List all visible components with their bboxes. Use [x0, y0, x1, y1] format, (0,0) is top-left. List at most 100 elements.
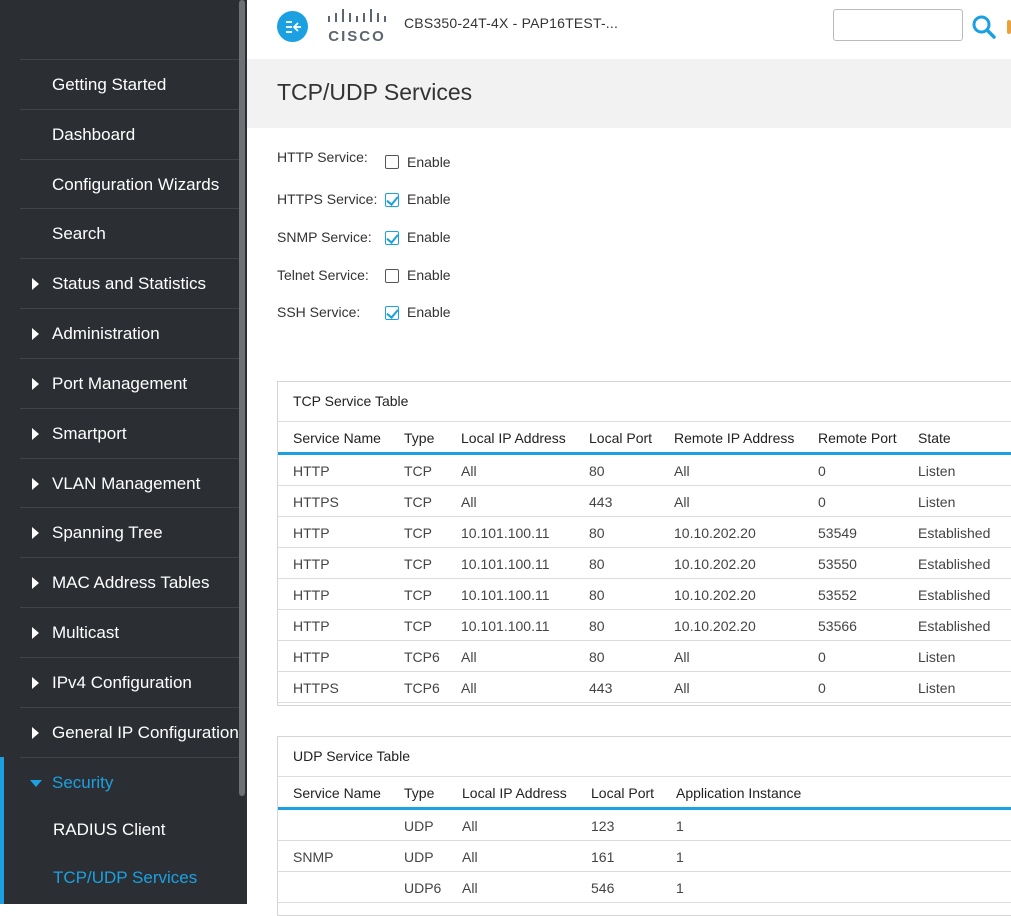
table-cell-remote-ip-address: All — [674, 649, 690, 665]
table-row[interactable]: HTTP TCP 10.101.100.11 80 10.10.202.20 53550 E… — [278, 548, 1011, 579]
sidebar-item-smartport[interactable]: Smartport — [20, 408, 239, 458]
table-row[interactable]: UDP6 All 546 1 — [278, 872, 1011, 903]
sidebar-item-label: VLAN Management — [52, 473, 201, 493]
sidebar-item-label: Dashboard — [52, 124, 136, 144]
collapse-menu-button[interactable] — [277, 11, 308, 42]
sidebar-item-administration[interactable]: Administration — [20, 308, 239, 358]
table-cell-type: TCP6 — [404, 649, 440, 665]
table-cell-remote-ip-address: 10.10.202.20 — [674, 525, 756, 541]
table-row[interactable]: SNMP UDP All 161 1 — [278, 841, 1011, 872]
service-label: HTTPS Service: — [277, 191, 378, 207]
sidebar-item-status-and-statistics[interactable]: Status and Statistics — [20, 258, 239, 308]
table-row[interactable]: UDP All 123 1 — [278, 810, 1011, 841]
sidebar-item-general-ip-configuration[interactable]: General IP Configuration — [20, 707, 239, 757]
table-cell-state: Established — [918, 525, 991, 541]
table-cell-remote-ip-address: All — [674, 680, 690, 696]
table-cell-remote-port: 53552 — [818, 587, 857, 603]
table-cell-remote-port: 53566 — [818, 618, 857, 634]
table-cell-service-name: HTTP — [293, 618, 330, 634]
enable-label[interactable]: Enable — [407, 154, 451, 170]
column-header-service-name[interactable]: Service Name — [293, 430, 381, 446]
caret-right-icon — [32, 377, 39, 390]
table-cell-type: UDP6 — [404, 880, 442, 896]
sidebar-item-configuration-wizards[interactable]: Configuration Wizards — [20, 159, 239, 209]
column-header-local-ip-address[interactable]: Local IP Address — [462, 785, 567, 801]
udp-table-header: Service Name Type Local IP Address Local Po… — [278, 777, 1011, 810]
tcp-table-caption: TCP Service Table — [278, 382, 1011, 422]
caret-right-icon — [32, 477, 39, 490]
column-header-local-port[interactable]: Local Port — [589, 430, 652, 446]
service-label: SNMP Service: — [277, 229, 372, 245]
table-cell-type: UDP — [404, 818, 434, 834]
table-row[interactable]: HTTPS TCP6 All 443 All 0 Listen — [278, 672, 1011, 703]
table-row[interactable]: HTTPS TCP All 443 All 0 Listen — [278, 486, 1011, 517]
caret-down-icon — [30, 779, 42, 787]
device-name: CBS350-24T-4X - PAP16TEST-... — [404, 15, 619, 31]
table-cell-state: Listen — [918, 463, 956, 479]
table-row[interactable]: HTTP TCP 10.101.100.11 80 10.10.202.20 53552 E… — [278, 579, 1011, 610]
table-row[interactable]: HTTP TCP All 80 All 0 Listen — [278, 455, 1011, 486]
column-header-state[interactable]: State — [918, 430, 951, 446]
caret-right-icon — [32, 427, 39, 440]
sidebar-item-vlan-management[interactable]: VLAN Management — [20, 458, 239, 508]
column-header-remote-port[interactable]: Remote Port — [818, 430, 897, 446]
enable-label[interactable]: Enable — [407, 304, 451, 320]
table-cell-remote-port: 53549 — [818, 525, 857, 541]
table-cell-local-port: 123 — [591, 818, 615, 834]
sidebar-item-dashboard[interactable]: Dashboard — [20, 109, 239, 159]
table-cell-state: Listen — [918, 680, 956, 696]
table-cell-local-ip-address: All — [461, 494, 477, 510]
table-cell-type: TCP — [404, 587, 432, 603]
enable-label[interactable]: Enable — [407, 229, 451, 245]
column-header-type[interactable]: Type — [404, 785, 434, 801]
sidebar-subitem-tcp-udp-services[interactable]: TCP/UDP Services — [20, 855, 239, 901]
sidebar-subitem-radius-client[interactable]: RADIUS Client — [20, 807, 239, 853]
table-cell-remote-port: 0 — [818, 463, 826, 479]
table-cell-type: TCP — [404, 556, 432, 572]
table-row[interactable]: HTTP TCP6 All 80 All 0 Listen — [278, 641, 1011, 672]
column-header-service-name[interactable]: Service Name — [293, 785, 381, 801]
sidebar-item-ipv4-configuration[interactable]: IPv4 Configuration — [20, 657, 239, 707]
search-icon[interactable] — [971, 14, 997, 40]
enable-checkbox[interactable] — [385, 193, 399, 207]
sidebar-item-label: Multicast — [52, 622, 120, 642]
table-cell-local-ip-address: All — [462, 818, 478, 834]
column-header-remote-ip-address[interactable]: Remote IP Address — [674, 430, 794, 446]
title-bar: TCP/UDP Services — [247, 59, 1011, 128]
sidebar-item-security[interactable]: Security — [20, 757, 239, 807]
table-cell-remote-port: 0 — [818, 680, 826, 696]
sidebar-item-multicast[interactable]: Multicast — [20, 607, 239, 657]
table-cell-application-instance: 1 — [676, 849, 684, 865]
column-header-local-ip-address[interactable]: Local IP Address — [461, 430, 566, 446]
search-input[interactable] — [833, 9, 963, 41]
table-cell-service-name: HTTP — [293, 525, 330, 541]
sidebar-item-label: Smartport — [52, 423, 127, 443]
sidebar-item-label: Spanning Tree — [52, 522, 163, 542]
sidebar-item-getting-started[interactable]: Getting Started — [20, 59, 239, 109]
udp-table-caption: UDP Service Table — [278, 737, 1011, 777]
enable-checkbox[interactable] — [385, 155, 399, 169]
column-header-type[interactable]: Type — [404, 430, 434, 446]
enable-label[interactable]: Enable — [407, 267, 451, 283]
column-header-application-instance[interactable]: Application Instance — [676, 785, 801, 801]
sidebar-item-port-management[interactable]: Port Management — [20, 358, 239, 408]
enable-checkbox[interactable] — [385, 269, 399, 283]
enable-label[interactable]: Enable — [407, 191, 451, 207]
column-header-local-port[interactable]: Local Port — [591, 785, 654, 801]
table-cell-state: Established — [918, 587, 991, 603]
table-row[interactable]: HTTP TCP 10.101.100.11 80 10.10.202.20 53566 E… — [278, 610, 1011, 641]
table-cell-service-name: HTTPS — [293, 680, 339, 696]
sidebar-item-mac-address-tables[interactable]: MAC Address Tables — [20, 557, 239, 607]
table-cell-local-ip-address: All — [462, 880, 478, 896]
table-cell-remote-ip-address: All — [674, 494, 690, 510]
table-cell-local-ip-address: All — [461, 463, 477, 479]
enable-checkbox[interactable] — [385, 231, 399, 245]
sidebar-scrollbar[interactable] — [239, 0, 245, 796]
caret-right-icon — [32, 576, 39, 589]
enable-checkbox[interactable] — [385, 306, 399, 320]
table-cell-local-port: 546 — [591, 880, 615, 896]
sidebar-item-spanning-tree[interactable]: Spanning Tree — [20, 507, 239, 557]
sidebar-item-search[interactable]: Search — [20, 208, 239, 258]
table-row[interactable]: HTTP TCP 10.101.100.11 80 10.10.202.20 53549 E… — [278, 517, 1011, 548]
table-cell-type: TCP6 — [404, 680, 440, 696]
